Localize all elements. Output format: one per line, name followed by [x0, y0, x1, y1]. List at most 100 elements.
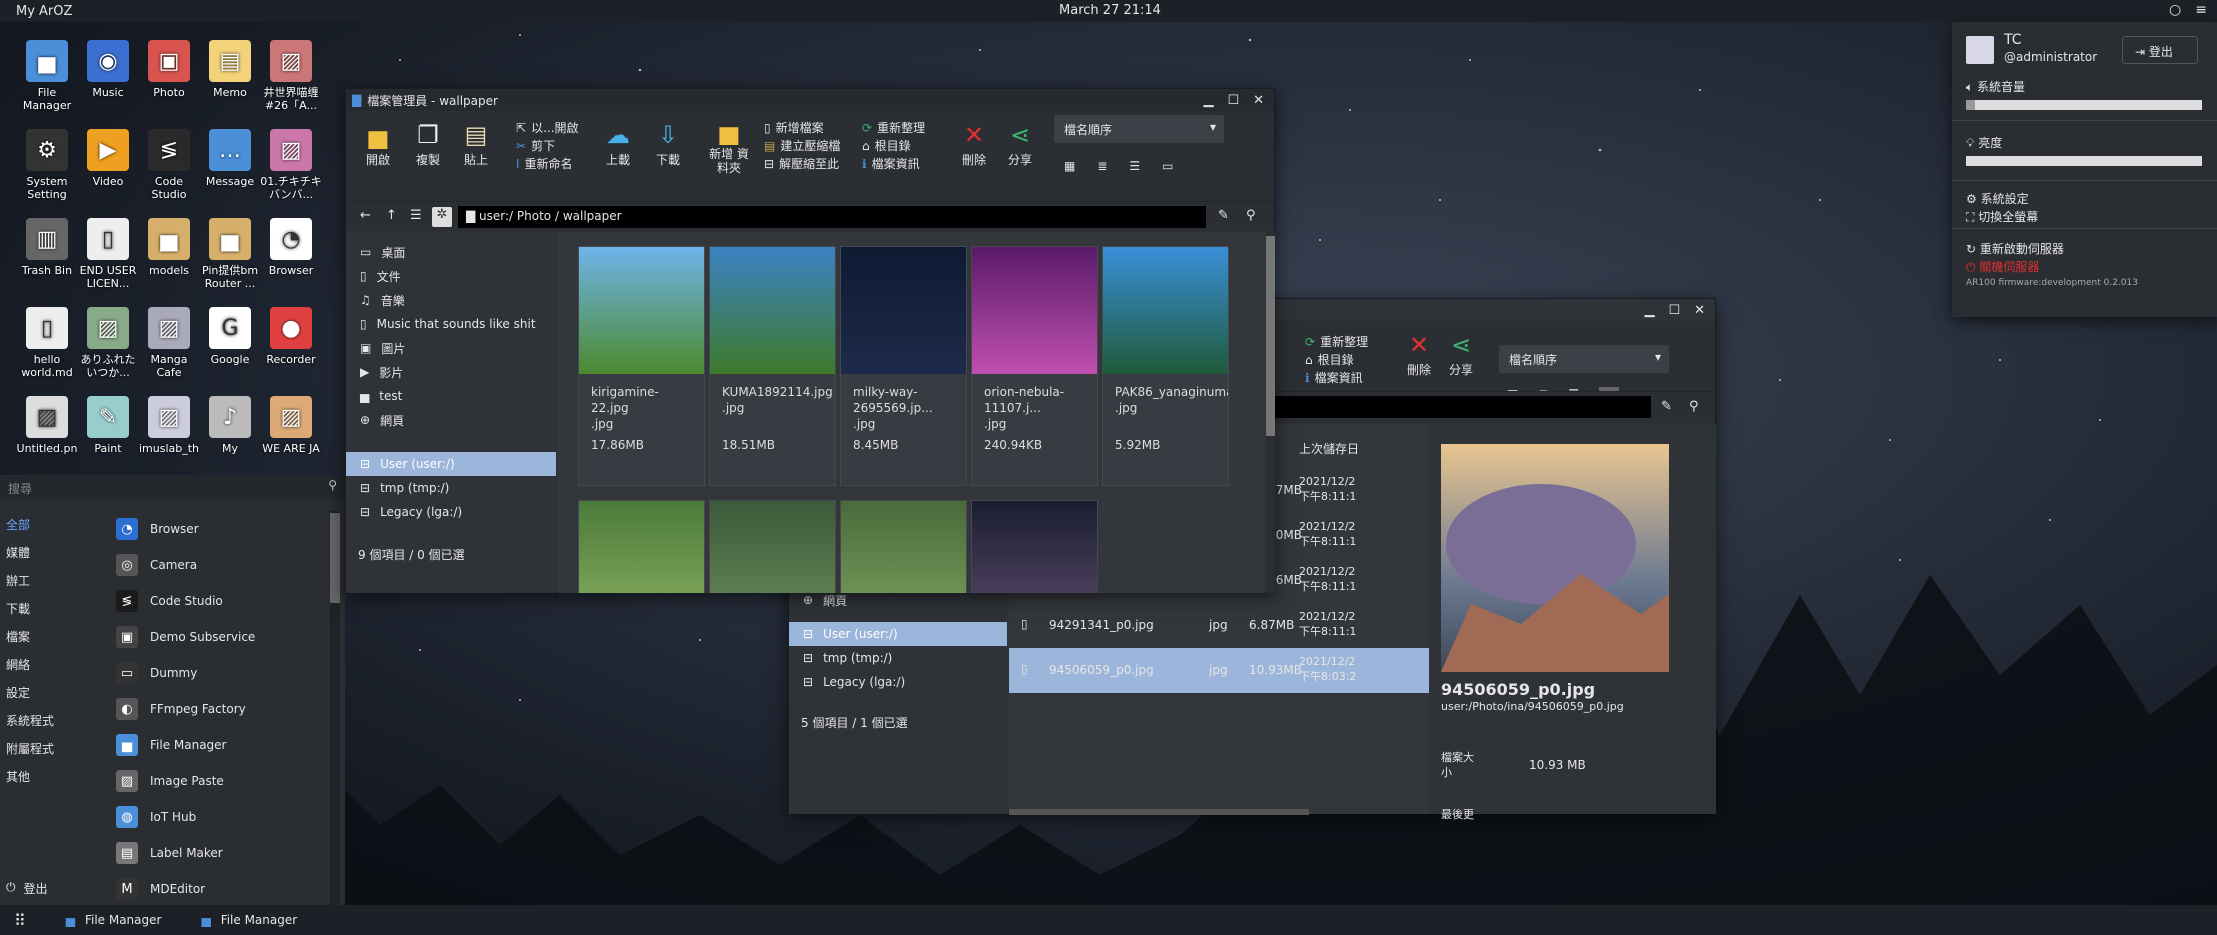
desktop-icon[interactable]: ▅ models [138, 218, 200, 277]
col-modified[interactable]: 上次儲存日 [1299, 440, 1359, 457]
desktop-icon[interactable]: ♪ My [199, 396, 261, 455]
desktop-icon[interactable]: ▨ 井世界喵缠 #26「A... [260, 40, 322, 112]
app-item[interactable]: ◎ Camera [110, 547, 335, 583]
sort-select[interactable]: 檔名順序 [1054, 115, 1224, 143]
file-tile[interactable]: PAK86_yanaginuma5shi....jpg 5.92MB [1102, 246, 1229, 486]
file-tile[interactable]: milky-way-2695569.jp... .jpg 8.45MB [840, 246, 967, 486]
category-item[interactable]: 檔案 [0, 623, 105, 651]
start-search-input[interactable]: 搜尋 [8, 482, 32, 496]
drive-item[interactable]: ⊟ tmp (tmp:/) [789, 646, 1007, 670]
root-button[interactable]: ⌂ 根目錄 [1305, 351, 1354, 368]
desktop-icon[interactable]: ▨ Untitled.pn [16, 396, 78, 455]
desktop-icon[interactable]: G Google [199, 307, 261, 366]
path-input[interactable]: ▇ user:/ Photo / wallpaper [458, 206, 1206, 228]
desktop-icon[interactable]: ◔ Browser [260, 218, 322, 277]
category-item[interactable]: 辦工 [0, 567, 105, 595]
sidebar-item[interactable]: ▯ Music that sounds like shit [346, 312, 556, 336]
search-icon[interactable]: ⚲ [1246, 208, 1256, 223]
file-tile[interactable] [971, 500, 1098, 593]
desktop-icon[interactable]: ≶ Code Studio [138, 129, 200, 201]
list-view-icon[interactable]: ≣ [1097, 159, 1107, 173]
sidebar-item[interactable]: ▅test [346, 384, 556, 408]
details-view-icon[interactable]: ☰ [1129, 159, 1140, 173]
sidebar-item[interactable]: ⊕ 網頁 [346, 408, 556, 432]
download-button[interactable]: ⇩ 下載 [646, 119, 690, 168]
open-button[interactable]: ▅ 開啟 [356, 119, 400, 168]
menu-icon[interactable]: ≡ [2195, 2, 2207, 18]
maximize-button[interactable]: ☐ [1668, 303, 1680, 318]
delete-button[interactable]: ✕ 刪除 [952, 119, 996, 168]
desktop-icon[interactable]: ▨ ありふれたいつか... [77, 307, 139, 379]
sidebar-item[interactable]: ▣ 圖片 [346, 336, 556, 360]
delete-button[interactable]: ✕ 刪除 [1397, 329, 1441, 378]
app-item[interactable]: ▅ File Manager [110, 727, 335, 763]
file-tile[interactable] [578, 500, 705, 593]
file-info-button[interactable]: ℹ 檔案資訊 [862, 155, 920, 172]
app-item[interactable]: ▣ Demo Subservice [110, 619, 335, 655]
category-item[interactable]: 系統程式 [0, 707, 105, 735]
file-info-button[interactable]: ℹ 檔案資訊 [1305, 369, 1363, 386]
drive-item[interactable]: ⊟ Legacy (lga:/) [346, 500, 556, 524]
notification-icon[interactable]: ○ [2169, 2, 2181, 18]
start-menu-icon[interactable]: ⠿ [14, 911, 26, 930]
new-file-button[interactable]: ▯ 新增檔案 [764, 119, 824, 136]
desktop-icon[interactable]: ▨ imuslab_th [138, 396, 200, 455]
close-button[interactable]: ✕ [1694, 303, 1705, 318]
preview-toggle-icon[interactable]: ▭ [1162, 159, 1173, 173]
minimize-button[interactable]: ▁ [1644, 303, 1654, 318]
app-item[interactable]: ◍ IoT Hub [110, 799, 335, 835]
app-item[interactable]: ◐ FFmpeg Factory [110, 691, 335, 727]
shutdown-button[interactable]: ⏻ 關機伺服器 [1966, 258, 2039, 275]
file-tile[interactable]: orion-nebula-11107.j... .jpg 240.94KB [971, 246, 1098, 486]
scrollbar[interactable] [1266, 232, 1275, 593]
root-button[interactable]: ⌂ 根目錄 [862, 137, 911, 154]
desktop-icon[interactable]: ⚙ System Setting [16, 129, 78, 201]
desktop-icon[interactable]: ▅ File Manager [16, 40, 78, 112]
paste-button[interactable]: ▤ 貼上 [454, 119, 498, 168]
desktop-icon[interactable]: ▅ Pin提供bm Router ... [199, 218, 261, 290]
desktop-icon[interactable]: ▨ Manga Cafe [138, 307, 200, 379]
unzip-button[interactable]: ⊟ 解壓縮至此 [764, 155, 839, 172]
search-icon[interactable]: ⚲ [1689, 399, 1699, 414]
brightness-slider[interactable] [1966, 156, 2202, 166]
category-item[interactable]: 其他 [0, 763, 105, 791]
start-logout-button[interactable]: ⏻ 登出 [6, 880, 48, 897]
desktop-icon[interactable]: ▨ 01.チキチキバンバ... [260, 129, 322, 201]
sort-select[interactable]: 檔名順序 [1499, 345, 1669, 373]
app-item[interactable]: ▭ Dummy [110, 655, 335, 691]
file-tile[interactable]: kirigamine-22.jpg .jpg 17.86MB [578, 246, 705, 486]
drive-item[interactable]: ⊟ User (user:/) [346, 452, 556, 476]
restart-button[interactable]: ↻ 重新啟動伺服器 [1966, 240, 2064, 257]
up-icon[interactable]: ↑ [386, 208, 397, 223]
category-item[interactable]: 下載 [0, 595, 105, 623]
rename-button[interactable]: I 重新命名 [516, 155, 573, 172]
back-icon[interactable]: ← [360, 208, 371, 223]
desktop-icon[interactable]: ● Recorder [260, 307, 322, 366]
cut-button[interactable]: ✂ 剪下 [516, 137, 555, 154]
brand-label[interactable]: My ArOZ [0, 4, 72, 19]
settings-icon[interactable]: ✲ [432, 207, 452, 227]
app-item[interactable]: ▨ Image Paste [110, 763, 335, 799]
desktop-icon[interactable]: ▶ Video [77, 129, 139, 188]
desktop-icon[interactable]: ▥ Trash Bin [16, 218, 78, 277]
upload-button[interactable]: ☁ 上載 [596, 119, 640, 168]
desktop-icon[interactable]: ▤ Memo [199, 40, 261, 99]
drive-item[interactable]: ⊟ Legacy (lga:/) [789, 670, 1007, 694]
file-tile[interactable]: KUMA1892114.jpg .jpg 18.51MB [709, 246, 836, 486]
sidebar-item[interactable]: ▶ 影片 [346, 360, 556, 384]
desktop-icon[interactable]: ▯ END USER LICEN... [77, 218, 139, 290]
maximize-button[interactable]: ☐ [1227, 93, 1239, 108]
drive-item[interactable]: ⊟ tmp (tmp:/) [346, 476, 556, 500]
category-item[interactable]: 網絡 [0, 651, 105, 679]
category-item[interactable]: 媒體 [0, 539, 105, 567]
sidebar-item[interactable]: ▯ 文件 [346, 264, 556, 288]
system-settings-button[interactable]: ⚙ 系統設定 [1966, 190, 2029, 207]
close-button[interactable]: ✕ [1253, 93, 1264, 108]
search-icon[interactable]: ⚲ [328, 478, 337, 492]
copy-button[interactable]: ❐ 複製 [406, 119, 450, 168]
edit-path-icon[interactable]: ✎ [1661, 399, 1672, 414]
category-item[interactable]: 設定 [0, 679, 105, 707]
file-tile[interactable] [840, 500, 967, 593]
file-tile[interactable] [709, 500, 836, 593]
app-item[interactable]: M MDEditor [110, 871, 335, 907]
